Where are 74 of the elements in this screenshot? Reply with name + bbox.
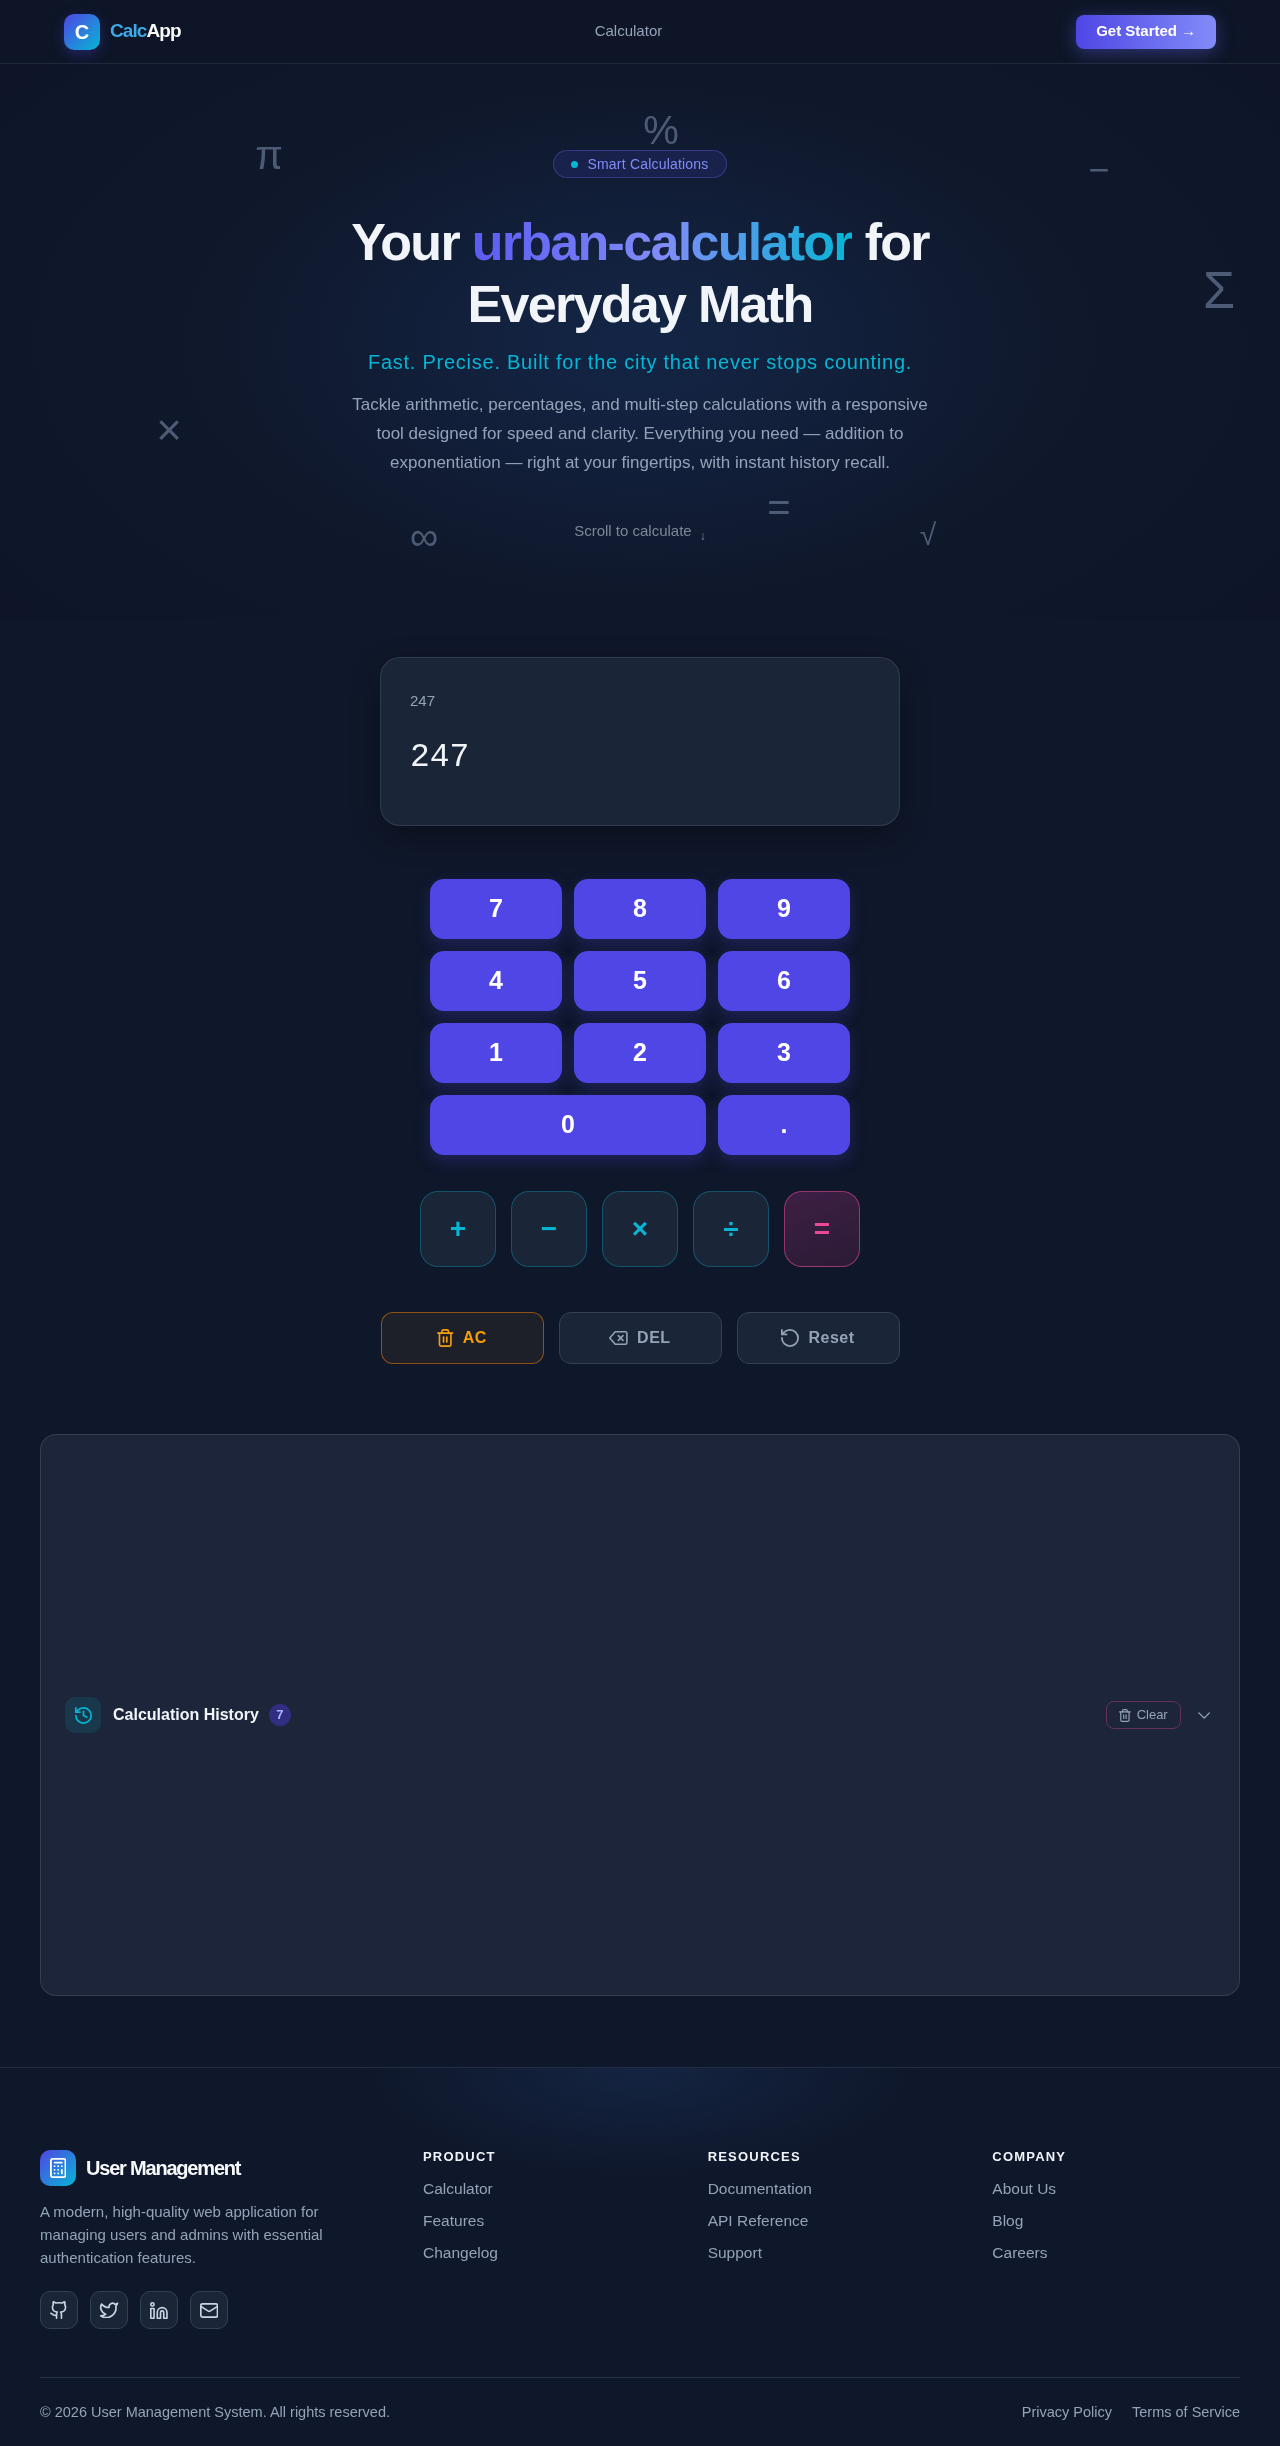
delete-button[interactable]: DEL xyxy=(558,1312,722,1364)
footer-link[interactable]: Changelog xyxy=(423,2244,498,2261)
reset-icon xyxy=(781,1329,800,1347)
dot-icon xyxy=(571,160,579,168)
operator-key[interactable]: × xyxy=(602,1191,678,1267)
number-key[interactable]: 8 xyxy=(574,879,706,939)
trash-icon xyxy=(437,1329,454,1347)
number-key[interactable]: 6 xyxy=(718,951,850,1011)
history-icon xyxy=(65,1697,101,1733)
result-text: 247 xyxy=(410,738,471,778)
social-button[interactable] xyxy=(90,2291,128,2329)
all-clear-button[interactable]: AC xyxy=(380,1312,544,1364)
hero-subtitle: Fast. Precise. Built for the city that never stops counting. xyxy=(366,350,914,375)
math-symbol: √ xyxy=(919,520,937,550)
number-key[interactable]: 9 xyxy=(718,879,850,939)
footer-link[interactable]: API Reference xyxy=(707,2212,809,2229)
operator-key[interactable]: − xyxy=(511,1191,587,1267)
linkedin-icon xyxy=(150,2301,168,2319)
chevron-down-icon[interactable] xyxy=(1197,1711,1210,1719)
footer-link[interactable]: Support xyxy=(707,2244,762,2261)
github-icon xyxy=(50,2301,68,2319)
footer-link[interactable]: Blog xyxy=(992,2212,1024,2229)
brand-name[interactable]: CalcApp xyxy=(110,17,181,46)
number-key[interactable]: 1 xyxy=(430,1023,562,1083)
math-symbol: π xyxy=(255,135,283,175)
social-button[interactable] xyxy=(190,2291,228,2329)
clear-history-button[interactable]: Clear xyxy=(1105,1701,1181,1729)
logo-tile: C xyxy=(64,13,100,50)
legal-link[interactable]: Terms of Service xyxy=(1132,2402,1240,2423)
calculator-icon xyxy=(40,2150,76,2186)
math-symbol: Σ xyxy=(1202,264,1236,316)
footer-heading: RESOURCES xyxy=(707,2148,802,2166)
operator-key[interactable]: + xyxy=(420,1191,496,1267)
social-button[interactable] xyxy=(140,2291,178,2329)
number-key[interactable]: 4 xyxy=(430,951,562,1011)
count-badge: 7 xyxy=(268,1704,291,1726)
legal-link[interactable]: Privacy Policy xyxy=(1021,2402,1112,2423)
footer-link[interactable]: Careers xyxy=(992,2244,1048,2261)
expression-text: 247 xyxy=(410,691,437,711)
trash-icon xyxy=(1118,1708,1131,1722)
footer-description: A modern, high-quality web application for managing users and admins with essential authentication features. xyxy=(40,2202,324,2268)
number-key[interactable]: 0 xyxy=(430,1095,706,1155)
footer-link[interactable]: Features xyxy=(423,2212,485,2229)
nav-link[interactable]: Calculator xyxy=(594,20,663,43)
number-key[interactable]: 5 xyxy=(574,951,706,1011)
twitter-icon xyxy=(99,2302,119,2318)
reset-button[interactable]: Reset xyxy=(736,1312,900,1364)
footer-heading: PRODUCT xyxy=(423,2148,497,2166)
footer-link[interactable]: Documentation xyxy=(707,2180,812,2197)
decimal-key[interactable]: . xyxy=(718,1095,850,1155)
math-symbol: − xyxy=(1088,152,1110,188)
footer-link[interactable]: Calculator xyxy=(423,2180,493,2197)
footer-link[interactable]: About Us xyxy=(992,2180,1057,2197)
footer-brand-name: User Management xyxy=(86,2156,241,2181)
mail-icon xyxy=(199,2302,219,2318)
scroll-hint: Scroll to calculate ↓ xyxy=(574,521,706,543)
equals-key[interactable]: = xyxy=(784,1191,860,1267)
number-key[interactable]: 7 xyxy=(430,879,562,939)
get-started-button[interactable]: Get Started → xyxy=(1076,14,1216,49)
math-symbol: ∞ xyxy=(409,516,439,556)
math-symbol: × xyxy=(156,408,182,452)
math-symbol: = xyxy=(767,487,791,527)
footer-heading: COMPANY xyxy=(992,2148,1068,2166)
operator-key[interactable]: ÷ xyxy=(693,1191,769,1267)
tag-text: Smart Calculations xyxy=(587,154,709,174)
math-symbol: % xyxy=(643,110,679,150)
number-key[interactable]: 2 xyxy=(574,1023,706,1083)
number-key[interactable]: 3 xyxy=(718,1023,850,1083)
history-title: Calculation History xyxy=(113,1705,259,1725)
social-button[interactable] xyxy=(40,2291,78,2329)
hero-heading: Your urban-calculator for Everyday Math xyxy=(350,212,931,335)
backspace-icon xyxy=(609,1331,629,1345)
hero-description: Tackle arithmetic, percentages, and multi-step calculations with a responsive tool designed for speed and clarity. Everything you need — addition to exponentiation — right at your fingertips, with instant history recall. xyxy=(351,394,929,474)
copyright-text: © 2026 User Management System. All rights reserved. xyxy=(40,2403,390,2422)
